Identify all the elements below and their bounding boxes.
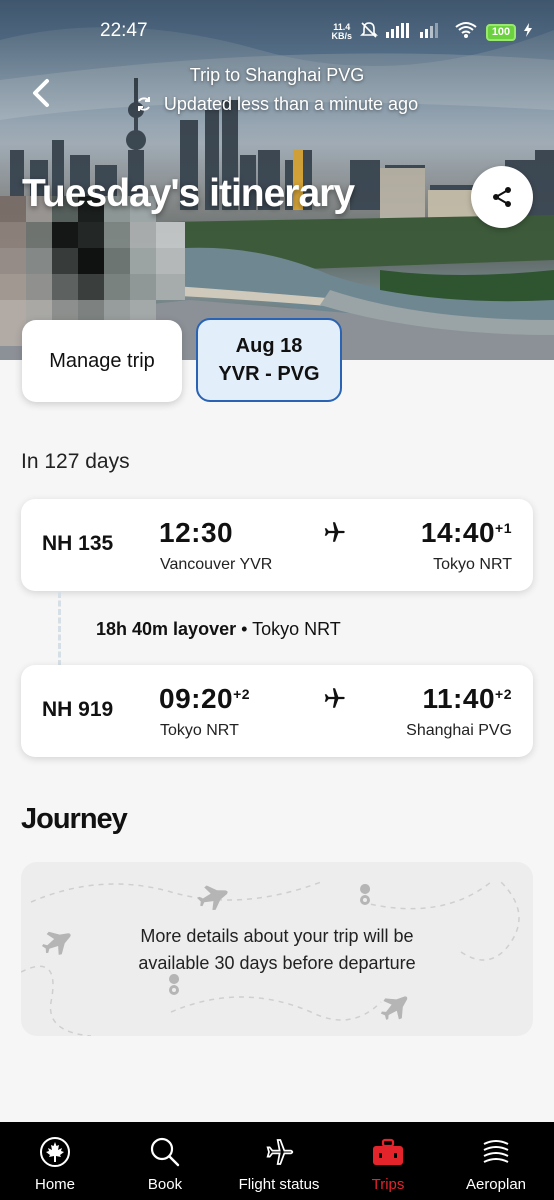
departure-time-value: 09:20 <box>159 683 234 714</box>
layover-location: Tokyo NRT <box>252 619 341 639</box>
nav-label-book: Book <box>147 1176 183 1193</box>
arrival-time: 11:40+2 <box>422 683 512 715</box>
nav-item-trips[interactable]: Trips <box>338 1122 438 1200</box>
departure-airport: Vancouver YVR <box>160 556 273 573</box>
departure-day-offset: +2 <box>233 686 251 702</box>
tab-flight-aug-18[interactable]: Aug 18 YVR - PVG <box>196 318 342 402</box>
updated-status: Updated less than a minute ago <box>0 94 554 117</box>
layover-connector <box>58 592 61 666</box>
arrival-time-value: 11:40 <box>422 683 496 714</box>
signal-icon <box>386 22 412 43</box>
layover-info: 18h 40m layover • Tokyo NRT <box>96 619 341 640</box>
flight-number: NH 919 <box>42 698 114 721</box>
bottom-navigation: Home Book Flight status Trips Aeroplan <box>0 1122 554 1200</box>
page-title: Tuesday's itinerary <box>22 172 355 215</box>
departure-time-value: 12:30 <box>159 517 234 548</box>
journey-heading: Journey <box>21 803 128 835</box>
journey-message-line-1: More details about your trip will be <box>140 926 414 946</box>
tab-manage-trip-label: Manage trip <box>49 349 155 372</box>
share-button[interactable] <box>471 166 533 228</box>
journey-message: More details about your trip will be ava… <box>21 923 533 977</box>
status-bar: 22:47 11.4 KB/s 100 <box>0 0 554 62</box>
flight-card-1[interactable]: NH 135 12:30 14:40+1 Vancouver YVR Tokyo… <box>21 499 533 591</box>
arrival-time-value: 14:40 <box>420 517 496 548</box>
status-time: 22:47 <box>100 20 148 41</box>
aeroplan-icon <box>480 1136 512 1168</box>
arrival-day-offset: +1 <box>495 520 512 536</box>
network-speed-unit: KB/s <box>331 31 352 41</box>
arrival-airport: Shanghai PVG <box>406 722 512 739</box>
search-icon <box>149 1136 181 1168</box>
flight-number: NH 135 <box>42 532 114 555</box>
airplane-icon <box>324 688 345 708</box>
maple-leaf-icon <box>39 1136 71 1168</box>
airplane-icon <box>263 1136 295 1168</box>
nav-label-home: Home <box>34 1176 75 1193</box>
battery-icon: 100 <box>486 23 516 41</box>
nav-label-trips: Trips <box>371 1176 405 1193</box>
flight-card-2[interactable]: NH 919 09:20+2 11:40+2 Tokyo NRT Shangha… <box>21 665 533 757</box>
arrival-time: 14:40+1 <box>421 517 512 549</box>
journey-message-line-2: available 30 days before departure <box>138 953 416 973</box>
charging-icon <box>524 22 532 42</box>
departure-time: 09:20+2 <box>159 683 250 715</box>
airplane-icon <box>324 522 345 542</box>
arrival-airport: Tokyo NRT <box>433 556 512 573</box>
tab-flight-route: YVR - PVG <box>218 363 320 385</box>
departure-time: 12:30 <box>159 517 233 549</box>
nav-label-aeroplan: Aeroplan <box>465 1176 527 1193</box>
trip-title: Trip to Shanghai PVG <box>189 65 365 85</box>
trip-countdown: In 127 days <box>21 450 130 473</box>
refresh-icon <box>136 96 152 117</box>
status-icons: 11.4 KB/s 100 <box>331 20 532 44</box>
arrival-day-offset: +2 <box>495 686 512 702</box>
nav-label-flight-status: Flight status <box>238 1176 320 1193</box>
nav-item-aeroplan[interactable]: Aeroplan <box>438 1122 554 1200</box>
updated-text: Updated less than a minute ago <box>163 94 419 114</box>
wifi-icon <box>454 21 478 44</box>
tab-manage-trip[interactable]: Manage trip <box>22 320 182 402</box>
mute-icon <box>360 21 378 44</box>
trip-itinerary-screen: 22:47 11.4 KB/s 100 Trip to Shanghai PVG… <box>0 0 554 1200</box>
suitcase-icon <box>372 1136 404 1168</box>
nav-item-home[interactable]: Home <box>0 1122 110 1200</box>
tab-flight-date: Aug 18 <box>235 335 303 357</box>
network-speed: 11.4 KB/s <box>331 23 352 41</box>
signal-secondary-icon <box>420 22 446 43</box>
nav-item-book[interactable]: Book <box>110 1122 220 1200</box>
journey-placeholder: More details about your trip will be ava… <box>21 862 533 1036</box>
nav-item-flight-status[interactable]: Flight status <box>220 1122 338 1200</box>
layover-duration: 18h 40m layover <box>96 619 237 639</box>
departure-airport: Tokyo NRT <box>160 722 239 739</box>
share-icon <box>493 187 511 207</box>
layover-separator: • <box>241 619 248 639</box>
